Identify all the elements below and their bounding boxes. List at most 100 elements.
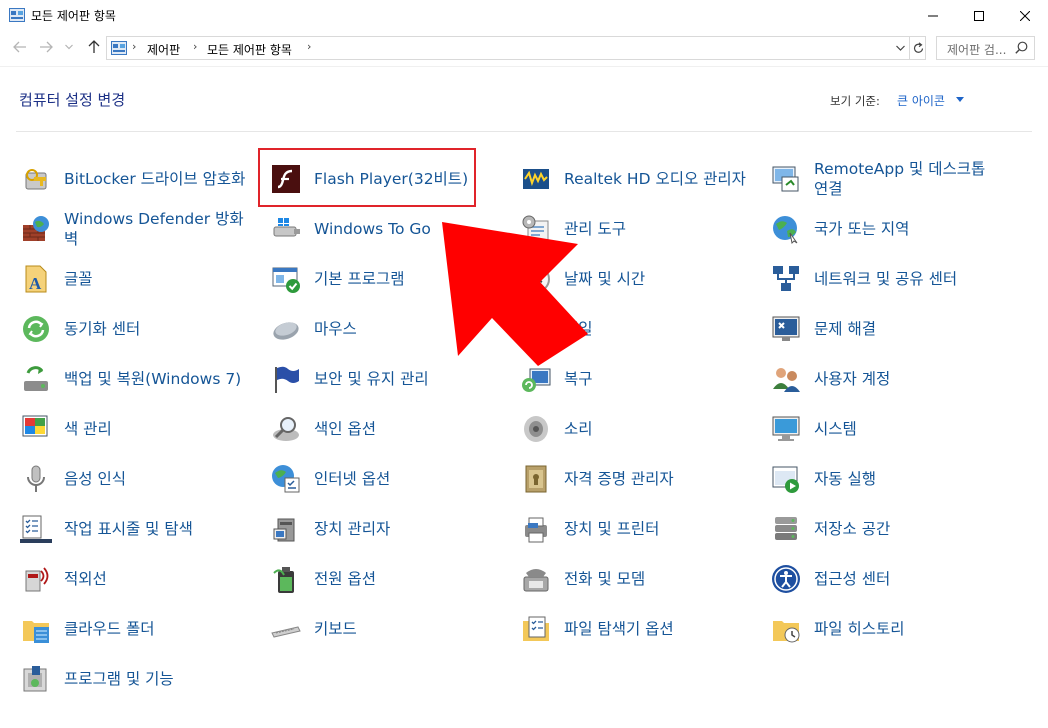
sync-icon — [23, 316, 49, 342]
microphone-icon — [27, 465, 45, 492]
control-panel-item-label: 파일 탐색기 옵션 — [564, 620, 674, 638]
control-panel-item[interactable]: A 글꼴 — [20, 259, 260, 305]
control-panel-item-label: 문제 해결 — [814, 320, 876, 338]
control-panel-item-label: 색인 옵션 — [314, 420, 376, 438]
control-panel-item-label: 저장소 공간 — [814, 520, 891, 538]
mouse-icon — [273, 322, 299, 340]
refresh-button[interactable] — [909, 37, 926, 59]
breadcrumb-separator[interactable]: › — [307, 40, 311, 53]
control-panel-item-label: 사용자 계정 — [814, 370, 891, 388]
control-panel-item-label: 관리 도구 — [564, 220, 626, 238]
phone-modem-icon — [523, 569, 549, 592]
control-panel-item[interactable]: 파일 히스토리 — [770, 609, 1010, 655]
control-panel-item-label: 시스템 — [814, 420, 857, 438]
control-panel-item-label: RemoteApp 및 데스크톱 연결 — [814, 160, 986, 198]
control-panel-item-label: 복구 — [564, 370, 593, 388]
svg-text:A: A — [29, 274, 42, 293]
view-by-dropdown[interactable]: 큰 아이콘 — [897, 92, 945, 109]
control-panel-item-label: 글꼴 — [64, 270, 93, 288]
indexing-icon — [273, 417, 299, 441]
close-button[interactable] — [1002, 0, 1048, 31]
maximize-icon — [974, 10, 984, 21]
control-panel-item[interactable]: RemoteApp 및 데스크톱 연결 — [770, 159, 1010, 205]
control-panel-item-label: 자격 증명 관리자 — [564, 470, 674, 488]
search-input[interactable]: 제어판 검... — [936, 36, 1035, 60]
troubleshoot-icon — [772, 316, 800, 341]
file-history-icon — [773, 621, 800, 643]
control-panel-item[interactable]: Realtek HD 오디오 관리자 — [520, 159, 760, 205]
control-panel-item[interactable]: 접근성 센터 — [770, 559, 1010, 605]
minimize-button[interactable] — [910, 0, 956, 31]
maximize-button[interactable] — [956, 0, 1002, 31]
control-panel-item[interactable]: 적외선 — [20, 559, 260, 605]
breadcrumb-separator[interactable]: › — [193, 40, 197, 53]
page-title: 컴퓨터 설정 변경 — [19, 91, 126, 109]
keyboard-icon — [271, 626, 301, 638]
control-panel-item[interactable]: 음성 인식 — [20, 459, 260, 505]
up-button[interactable] — [84, 37, 104, 57]
breadcrumb-all-items[interactable]: 모든 제어판 항목 — [207, 41, 292, 58]
control-panel-item-label: 메일 — [564, 319, 752, 339]
control-panel-item-label: 프로그램 및 기능 — [64, 670, 174, 688]
control-panel-item[interactable]: 자동 실행 — [770, 459, 1010, 505]
control-panel-item[interactable]: Windows Defender 방화벽 — [20, 209, 260, 255]
device-manager-icon — [273, 518, 295, 542]
control-panel-item[interactable]: 인터넷 옵션 — [270, 459, 510, 505]
system-icon — [772, 416, 800, 441]
control-panel-item[interactable]: 문제 해결 — [770, 309, 1010, 355]
arrow-left-icon — [13, 41, 26, 53]
control-panel-item[interactable]: 키보드 — [270, 609, 510, 655]
breadcrumb-control-panel[interactable]: 제어판 — [147, 41, 180, 58]
control-panel-item[interactable]: 소리 — [520, 409, 760, 455]
arrow-right-icon — [40, 41, 53, 53]
infrared-icon — [25, 567, 49, 592]
control-panel-item[interactable]: 장치 및 프린터 — [520, 509, 760, 555]
control-panel-item[interactable]: 저장소 공간 — [770, 509, 1010, 555]
printer-icon — [525, 517, 547, 543]
caret-down-icon[interactable] — [956, 97, 964, 102]
control-panel-item[interactable]: 전원 옵션 — [270, 559, 510, 605]
control-panel-item[interactable]: BitLocker 드라이브 암호화 — [20, 159, 260, 205]
control-panel-icon — [111, 41, 127, 55]
control-panel-item[interactable]: 시스템 — [770, 409, 1010, 455]
control-panel-item[interactable]: 동기화 센터 — [20, 309, 260, 355]
control-panel-item[interactable]: 자격 증명 관리자 — [520, 459, 760, 505]
control-panel-item-label: 소리 — [564, 420, 593, 438]
control-panel-item[interactable]: 색인 옵션 — [270, 409, 510, 455]
control-panel-item[interactable]: 네트워크 및 공유 센터 — [770, 259, 1010, 305]
control-panel-item[interactable]: 장치 관리자 — [270, 509, 510, 555]
header-divider — [16, 131, 1032, 132]
control-panel-item[interactable]: 전화 및 모뎀 — [520, 559, 760, 605]
control-panel-item-label: 국가 또는 지역 — [814, 220, 910, 238]
address-bar[interactable]: › 제어판 › 모든 제어판 항목 › — [106, 36, 926, 60]
recent-locations-button[interactable] — [62, 37, 76, 57]
address-dropdown-button[interactable] — [893, 39, 907, 57]
control-panel-icon — [9, 8, 25, 22]
control-panel-item[interactable]: 프로그램 및 기능 — [20, 659, 260, 705]
highlight-box — [258, 148, 476, 207]
search-icon — [1015, 41, 1028, 54]
back-button[interactable] — [10, 37, 30, 57]
storage-icon — [775, 517, 797, 540]
control-panel-item[interactable]: 클라우드 폴더 — [20, 609, 260, 655]
control-panel-item[interactable]: 국가 또는 지역 — [770, 209, 1010, 255]
bitlocker-icon — [25, 169, 47, 190]
breadcrumb-separator[interactable]: › — [132, 40, 136, 53]
internet-options-icon — [272, 465, 300, 493]
control-panel-item[interactable]: 색 관리 — [20, 409, 260, 455]
control-panel-item-label: 장치 및 프린터 — [564, 520, 660, 538]
control-panel-item-label: 파일 히스토리 — [814, 620, 905, 638]
red-arrow-annotation — [442, 222, 588, 366]
refresh-icon — [913, 42, 923, 53]
forward-button[interactable] — [36, 37, 56, 57]
control-panel-item-label: Windows Defender 방화벽 — [64, 210, 244, 248]
security-flag-icon — [275, 366, 299, 393]
control-panel-item-label: 날짜 및 시간 — [564, 270, 646, 288]
firewall-icon — [23, 216, 49, 241]
minimize-icon — [928, 15, 938, 16]
control-panel-item[interactable]: 작업 표시줄 및 탐색 — [20, 509, 260, 555]
realtek-icon — [523, 169, 549, 189]
control-panel-item[interactable]: 사용자 계정 — [770, 359, 1010, 405]
control-panel-item[interactable]: 파일 탐색기 옵션 — [520, 609, 760, 655]
control-panel-item[interactable]: 백업 및 복원(Windows 7) — [20, 359, 260, 405]
